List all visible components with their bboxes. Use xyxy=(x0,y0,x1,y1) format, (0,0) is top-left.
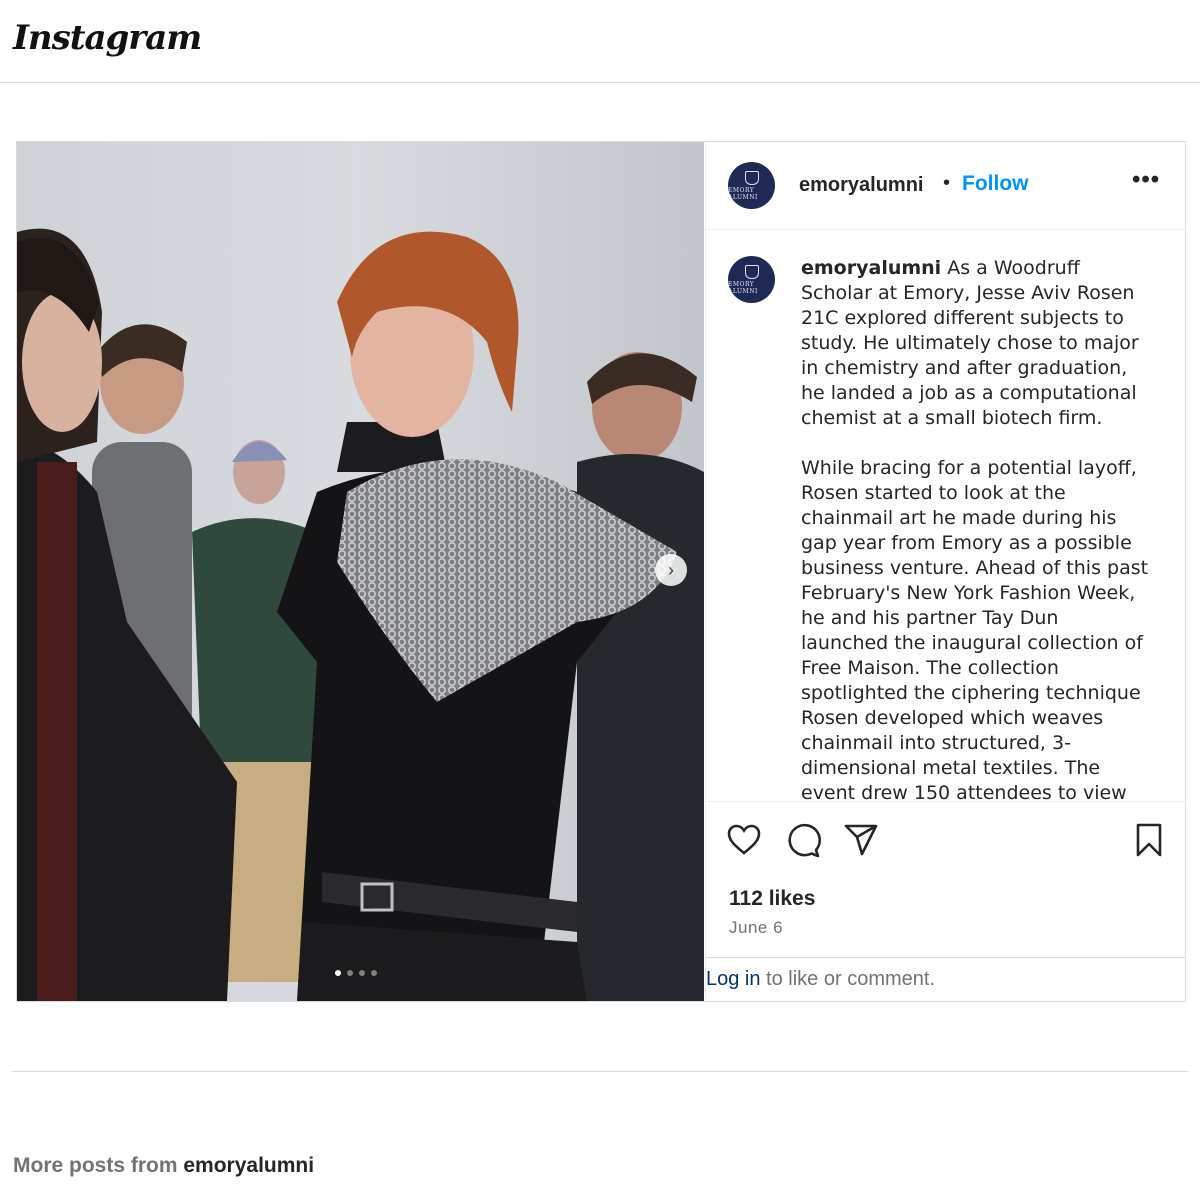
more-posts-username[interactable]: emoryalumni xyxy=(183,1154,314,1177)
avatar-label: EMORY ALUMNI xyxy=(728,186,758,201)
carousel-dot xyxy=(335,970,341,976)
caption-text: As a Woodruff Scholar at Emory, Jesse Av… xyxy=(801,257,1139,429)
avatar[interactable]: EMORY ALUMNI xyxy=(728,256,775,303)
action-bar xyxy=(706,822,1186,862)
post-sidebar: EMORY ALUMNI emoryalumni • Follow ••• EM… xyxy=(705,142,1186,1001)
chevron-right-icon: › xyxy=(668,559,674,580)
avatar-label: EMORY ALUMNI xyxy=(728,280,758,295)
top-bar: Instagram xyxy=(0,0,1200,83)
instagram-logo[interactable]: Instagram xyxy=(13,18,202,58)
carousel-indicator xyxy=(335,970,377,976)
caption: emoryalumni As a Woodruff Scholar at Emo… xyxy=(801,256,1151,802)
login-link[interactable]: Log in xyxy=(706,968,761,990)
login-prompt-text: to like or comment. xyxy=(760,968,936,990)
caption-username[interactable]: emoryalumni xyxy=(801,257,941,279)
separator-dot: • xyxy=(943,172,951,194)
login-bar: Log in to like or comment. xyxy=(706,957,1186,1001)
like-count[interactable]: 112 likes xyxy=(729,887,815,911)
bookmark-icon[interactable] xyxy=(1131,822,1167,858)
login-prompt: Log in to like or comment. xyxy=(706,968,935,991)
section-divider xyxy=(12,1071,1188,1072)
carousel-dot xyxy=(359,970,365,976)
caption-area[interactable]: EMORY ALUMNI emoryalumni As a Woodruff S… xyxy=(706,231,1186,802)
post-image[interactable]: › xyxy=(17,142,704,1001)
carousel-dot xyxy=(347,970,353,976)
post-card: › EMORY ALUMNI emoryalumni • Follow ••• … xyxy=(16,141,1186,1002)
avatar[interactable]: EMORY ALUMNI xyxy=(728,162,775,209)
comment-icon[interactable] xyxy=(785,822,821,858)
caption-paragraph: emoryalumni As a Woodruff Scholar at Emo… xyxy=(801,256,1151,431)
shield-icon xyxy=(744,170,759,185)
shield-icon xyxy=(744,264,759,279)
post-date[interactable]: June 6 xyxy=(729,918,783,938)
share-icon[interactable] xyxy=(843,822,879,858)
post-photo-illustration xyxy=(17,142,704,1001)
post-username[interactable]: emoryalumni xyxy=(799,174,923,197)
more-posts-heading: More posts from emoryalumni xyxy=(13,1154,314,1178)
carousel-next-button[interactable]: › xyxy=(655,554,687,586)
post-header: EMORY ALUMNI emoryalumni • Follow ••• xyxy=(706,142,1186,230)
more-posts-label: More posts from xyxy=(13,1154,184,1177)
caption-paragraph: While bracing for a potential layoff, Ro… xyxy=(801,457,1149,802)
carousel-dot xyxy=(371,970,377,976)
follow-button[interactable]: Follow xyxy=(962,172,1029,196)
more-options-icon[interactable]: ••• xyxy=(1132,166,1160,194)
heart-icon[interactable] xyxy=(726,822,762,858)
